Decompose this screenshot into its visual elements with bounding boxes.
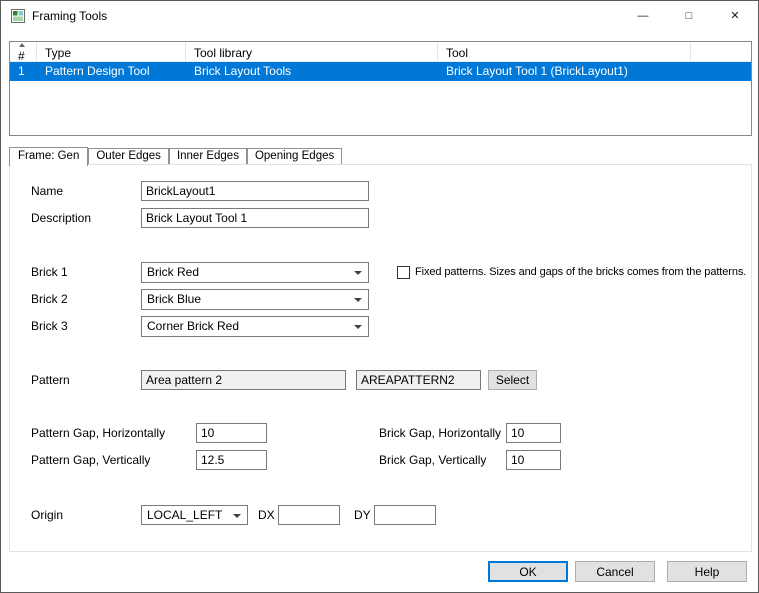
sort-ascending-icon — [19, 43, 25, 47]
row-type-cell: Pattern Design Tool — [37, 62, 186, 81]
minimize-button[interactable]: — — [620, 1, 666, 31]
brick-gap-v-label: Brick Gap, Vertically — [379, 453, 486, 467]
row-tool-cell: Brick Layout Tool 1 (BrickLayout1) — [438, 62, 691, 81]
tab-strip: Frame: Gen Outer Edges Inner Edges Openi… — [9, 147, 342, 165]
pattern-select-button[interactable]: Select — [488, 370, 537, 390]
tool-list: # Type Tool library Tool 1 Pattern Desig… — [9, 41, 752, 136]
pattern-gap-v-input[interactable] — [196, 450, 267, 470]
table-row[interactable]: 1 Pattern Design Tool Brick Layout Tools… — [10, 62, 751, 81]
pattern-label: Pattern — [31, 373, 70, 387]
close-icon: ✕ — [730, 11, 739, 22]
help-button[interactable]: Help — [667, 561, 747, 582]
brick-gap-h-label: Brick Gap, Horizontally — [379, 426, 501, 440]
framing-tools-dialog: Framing Tools — □ ✕ # Type Tool library — [0, 0, 759, 593]
dy-input[interactable] — [374, 505, 436, 525]
pattern-name-field[interactable] — [141, 370, 346, 390]
maximize-icon: □ — [686, 11, 693, 22]
chevron-down-icon — [354, 298, 362, 302]
description-label: Description — [31, 211, 91, 225]
minimize-icon: — — [638, 11, 649, 22]
brick2-dropdown-value: Brick Blue — [147, 292, 201, 306]
titlebar: Framing Tools — □ ✕ — [1, 1, 758, 31]
name-label: Name — [31, 184, 63, 198]
maximize-button[interactable]: □ — [666, 1, 712, 31]
brick1-dropdown-value: Brick Red — [147, 265, 199, 279]
brick-gap-v-input[interactable] — [506, 450, 561, 470]
dx-input[interactable] — [278, 505, 340, 525]
chevron-down-icon — [354, 325, 362, 329]
origin-dropdown-value: LOCAL_LEFT — [147, 508, 222, 522]
brick2-label: Brick 2 — [31, 292, 68, 306]
dx-label: DX — [258, 508, 275, 522]
app-icon — [11, 9, 25, 23]
brick-gap-h-input[interactable] — [506, 423, 561, 443]
chevron-down-icon — [354, 271, 362, 275]
tab-inner-edges[interactable]: Inner Edges — [169, 148, 247, 164]
column-header-number[interactable]: # — [10, 42, 37, 61]
tab-outer-edges[interactable]: Outer Edges — [88, 148, 169, 164]
tab-panel — [9, 164, 752, 552]
window-controls: — □ ✕ — [620, 1, 758, 31]
pattern-gap-h-label: Pattern Gap, Horizontally — [31, 426, 165, 440]
column-header-library[interactable]: Tool library — [186, 42, 438, 61]
brick3-dropdown[interactable]: Corner Brick Red — [141, 316, 369, 337]
brick1-dropdown[interactable]: Brick Red — [141, 262, 369, 283]
column-header-filler — [691, 42, 751, 61]
brick1-label: Brick 1 — [31, 265, 68, 279]
tab-frame-gen[interactable]: Frame: Gen — [9, 147, 88, 166]
brick3-dropdown-value: Corner Brick Red — [147, 319, 239, 333]
fixed-patterns-checkbox[interactable] — [397, 266, 410, 279]
tab-opening-edges[interactable]: Opening Edges — [247, 148, 342, 164]
dy-label: DY — [354, 508, 371, 522]
row-filler-cell — [691, 62, 751, 81]
name-input[interactable] — [141, 181, 369, 201]
column-header-number-label: # — [18, 49, 25, 61]
origin-dropdown[interactable]: LOCAL_LEFT — [141, 505, 248, 525]
chevron-down-icon — [233, 514, 241, 518]
ok-button[interactable]: OK — [488, 561, 568, 582]
column-header-library-label: Tool library — [194, 46, 252, 60]
pattern-gap-v-label: Pattern Gap, Vertically — [31, 453, 150, 467]
brick2-dropdown[interactable]: Brick Blue — [141, 289, 369, 310]
window-title: Framing Tools — [32, 9, 107, 23]
description-input[interactable] — [141, 208, 369, 228]
close-button[interactable]: ✕ — [712, 1, 758, 31]
column-header-tool[interactable]: Tool — [438, 42, 691, 61]
column-header-type-label: Type — [45, 46, 71, 60]
row-library-cell: Brick Layout Tools — [186, 62, 438, 81]
origin-label: Origin — [31, 508, 63, 522]
brick3-label: Brick 3 — [31, 319, 68, 333]
fixed-patterns-label: Fixed patterns. Sizes and gaps of the br… — [415, 266, 746, 278]
tool-list-header: # Type Tool library Tool — [10, 42, 751, 62]
column-header-tool-label: Tool — [446, 46, 468, 60]
pattern-code-field[interactable] — [356, 370, 481, 390]
column-header-type[interactable]: Type — [37, 42, 186, 61]
row-number-cell: 1 — [10, 62, 37, 81]
cancel-button[interactable]: Cancel — [575, 561, 655, 582]
pattern-gap-h-input[interactable] — [196, 423, 267, 443]
